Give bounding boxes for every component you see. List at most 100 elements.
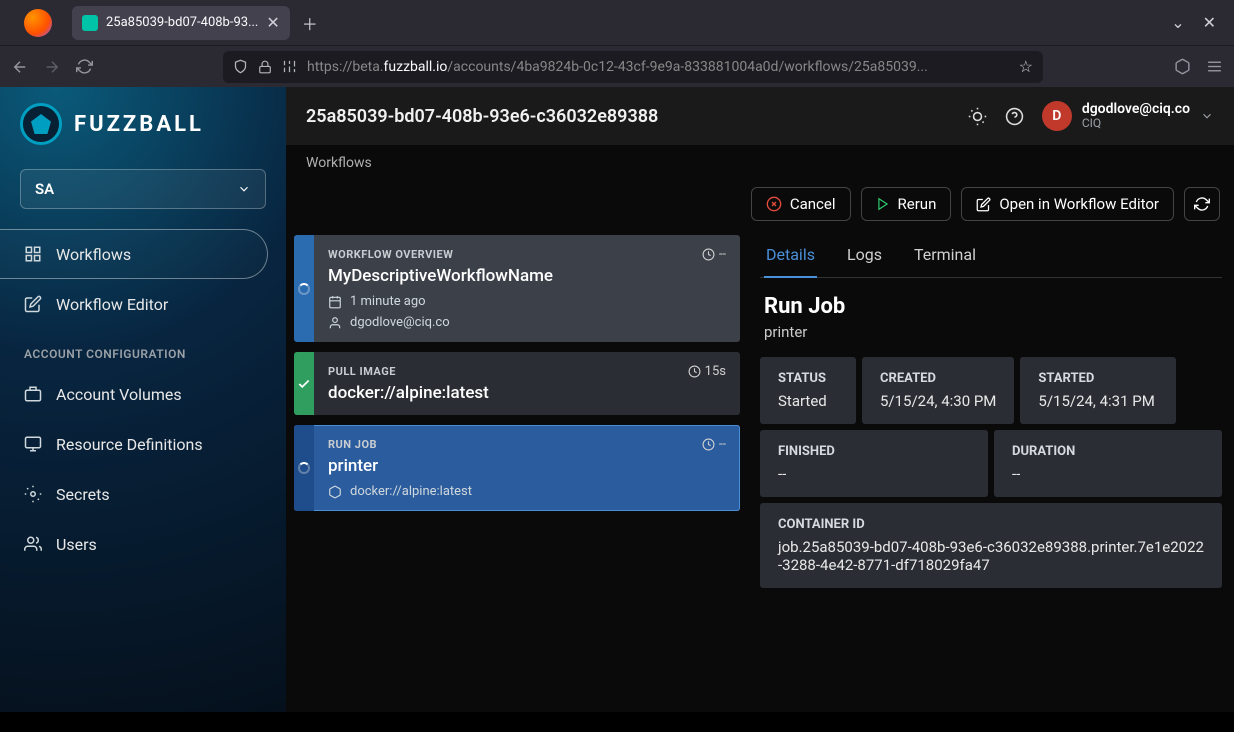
page-title: 25a85039-bd07-408b-93e6-c36032e89388 (306, 106, 658, 127)
tab-terminal[interactable]: Terminal (912, 235, 978, 277)
main: 25a85039-bd07-408b-93e6-c36032e89388 D d… (286, 87, 1234, 712)
chevron-down-icon (237, 182, 251, 196)
detail-column: Details Logs Terminal Run Job printer ST… (740, 235, 1222, 700)
step-run-job[interactable]: RUN JOB -- printer docker://alpine:lates… (294, 425, 740, 511)
back-button[interactable] (10, 58, 30, 76)
spinner-icon (298, 462, 310, 474)
sidebar-item-label: Users (56, 535, 97, 554)
stat-started: STARTED 5/15/24, 4:31 PM (1020, 357, 1176, 424)
detail-title: Run Job (764, 294, 1218, 319)
step-duration: -- (702, 247, 726, 262)
browser-chrome: 25a85039-bd07-408b-93... ✕ ＋ ⌄ ✕ https:/… (0, 0, 1234, 87)
tab-bar: 25a85039-bd07-408b-93... ✕ ＋ ⌄ ✕ (0, 0, 1234, 45)
user-email: dgodlove@ciq.co (1082, 101, 1190, 117)
logo[interactable]: FUZZBALL (0, 103, 286, 163)
nav-bar: https://beta.fuzzball.io/accounts/4ba982… (0, 45, 1234, 87)
lock-icon (258, 60, 272, 74)
step-label: PULL IMAGE (328, 365, 396, 378)
permissions-icon[interactable] (282, 59, 297, 74)
step-duration: -- (702, 437, 726, 452)
step-workflow-overview[interactable]: WORKFLOW OVERVIEW -- MyDescriptiveWorkfl… (294, 235, 740, 342)
reload-button[interactable] (74, 58, 94, 75)
topbar: 25a85039-bd07-408b-93e6-c36032e89388 D d… (286, 87, 1234, 145)
stat-created: CREATED 5/15/24, 4:30 PM (862, 357, 1014, 424)
rerun-button[interactable]: Rerun (861, 187, 952, 221)
avatar: D (1042, 101, 1072, 131)
step-duration: 15s (688, 364, 726, 379)
sidebar-item-secrets[interactable]: Secrets (0, 469, 286, 519)
cancel-button[interactable]: Cancel (751, 187, 851, 221)
spinner-icon (298, 283, 310, 295)
step-user: dgodlove@ciq.co (350, 315, 450, 330)
new-tab-button[interactable]: ＋ (302, 11, 318, 35)
app: FUZZBALL SA Workflows Workflow Editor AC… (0, 87, 1234, 712)
users-icon (24, 535, 42, 553)
refresh-button[interactable] (1184, 187, 1220, 221)
sidebar-item-account-volumes[interactable]: Account Volumes (0, 369, 286, 419)
org-selector[interactable]: SA (20, 169, 266, 209)
extensions-icon[interactable] (1172, 58, 1192, 75)
breadcrumb[interactable]: Workflows (286, 145, 1234, 181)
refresh-icon (1194, 196, 1210, 212)
sidebar-item-resource-definitions[interactable]: Resource Definitions (0, 419, 286, 469)
cube-icon (328, 485, 342, 499)
status-stripe-success (294, 352, 314, 415)
actions-row: Cancel Rerun Open in Workflow Editor (286, 181, 1234, 235)
sidebar-section-header: ACCOUNT CONFIGURATION (0, 329, 286, 369)
app-menu-icon[interactable] (1204, 58, 1224, 75)
tab-logs[interactable]: Logs (845, 235, 884, 277)
step-label: RUN JOB (328, 438, 377, 451)
step-title: docker://alpine:latest (328, 383, 726, 403)
resource-icon (24, 435, 42, 453)
cancel-icon (766, 196, 782, 212)
status-stripe-running (294, 425, 314, 511)
theme-toggle-icon[interactable] (968, 107, 987, 126)
bookmark-icon[interactable]: ☆ (1019, 57, 1033, 76)
edit-icon (976, 197, 991, 212)
step-ago: 1 minute ago (350, 294, 426, 309)
detail-subtitle: printer (764, 323, 1218, 341)
sidebar-item-label: Secrets (56, 485, 110, 504)
chevron-down-icon (1200, 109, 1214, 123)
detail-tabs: Details Logs Terminal (760, 235, 1222, 278)
tab-favicon (82, 15, 98, 31)
url-text: https://beta.fuzzball.io/accounts/4ba982… (307, 59, 928, 75)
user-org: CIQ (1082, 117, 1190, 131)
logo-badge-icon (20, 103, 62, 145)
step-label: WORKFLOW OVERVIEW (328, 248, 453, 261)
steps-column: WORKFLOW OVERVIEW -- MyDescriptiveWorkfl… (294, 235, 740, 700)
sidebar-item-label: Workflows (56, 245, 131, 264)
play-icon (876, 197, 890, 211)
browser-tab[interactable]: 25a85039-bd07-408b-93... ✕ (72, 6, 290, 40)
sidebar-item-label: Resource Definitions (56, 435, 203, 454)
help-icon[interactable] (1005, 107, 1024, 126)
step-pull-image[interactable]: PULL IMAGE 15s docker://alpine:latest (294, 352, 740, 415)
close-tab-icon[interactable]: ✕ (266, 13, 279, 32)
stat-grid: STATUS Started CREATED 5/15/24, 4:30 PM … (760, 351, 1222, 594)
window-close-icon[interactable]: ✕ (1203, 13, 1216, 32)
step-title: printer (328, 456, 726, 476)
forward-button[interactable] (42, 58, 62, 76)
step-image: docker://alpine:latest (350, 484, 472, 499)
tabs-dropdown-icon[interactable]: ⌄ (1171, 13, 1184, 32)
status-stripe-running (294, 235, 314, 342)
sidebar-item-users[interactable]: Users (0, 519, 286, 569)
stat-status: STATUS Started (760, 357, 856, 424)
tab-details[interactable]: Details (764, 235, 817, 278)
open-editor-button[interactable]: Open in Workflow Editor (961, 187, 1174, 221)
user-menu[interactable]: D dgodlove@ciq.co CIQ (1042, 101, 1214, 131)
logo-text: FUZZBALL (74, 112, 204, 137)
org-selector-value: SA (35, 180, 54, 198)
user-icon (328, 316, 342, 330)
sidebar-item-label: Account Volumes (56, 385, 182, 404)
stat-finished: FINISHED -- (760, 430, 988, 497)
secrets-icon (24, 485, 42, 503)
calendar-icon (328, 295, 342, 309)
sidebar-item-workflow-editor[interactable]: Workflow Editor (0, 279, 286, 329)
sidebar-item-label: Workflow Editor (56, 295, 168, 314)
firefox-icon (24, 9, 52, 37)
url-bar[interactable]: https://beta.fuzzball.io/accounts/4ba982… (223, 51, 1043, 83)
step-title: MyDescriptiveWorkflowName (328, 266, 726, 286)
workflows-icon (24, 245, 42, 263)
sidebar-item-workflows[interactable]: Workflows (0, 229, 268, 279)
